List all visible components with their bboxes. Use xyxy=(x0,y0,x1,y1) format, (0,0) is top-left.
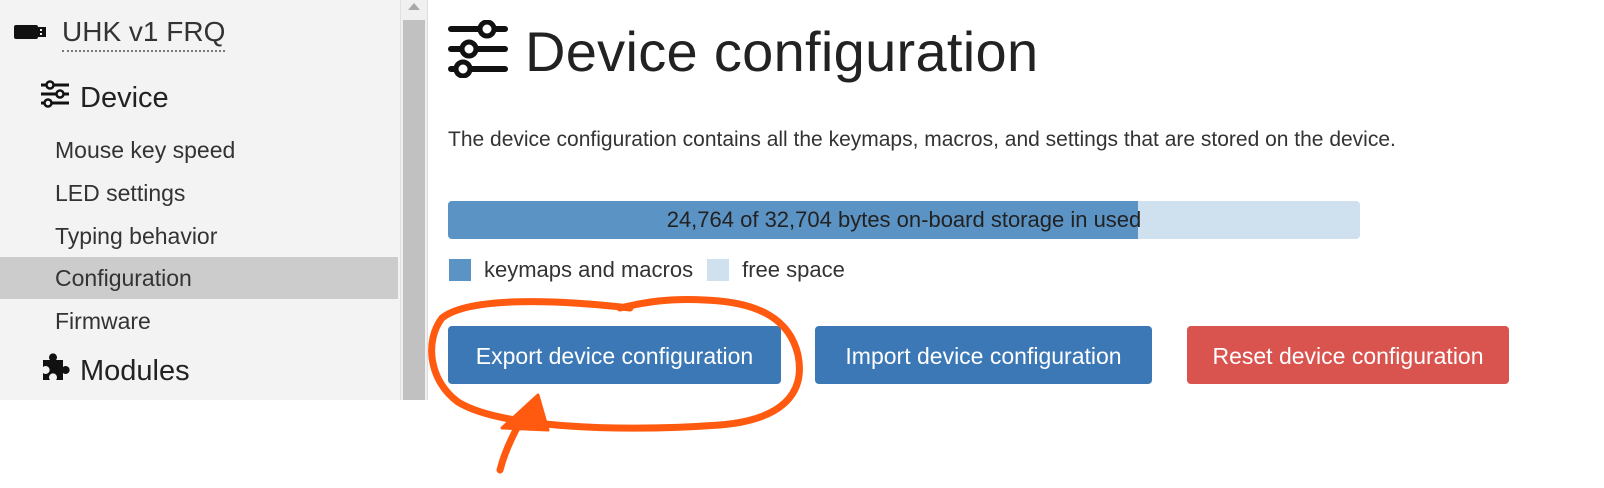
usb-device-icon xyxy=(12,21,48,48)
page-header: Device configuration xyxy=(447,14,1038,89)
export-configuration-button[interactable]: Export device configuration xyxy=(448,326,781,384)
sliders-icon xyxy=(447,19,509,83)
sidebar: UHK v1 FRQ Device Mouse key speed LED se… xyxy=(0,0,400,400)
annotation-arrow-head xyxy=(500,393,550,432)
device-name[interactable]: UHK v1 FRQ xyxy=(62,16,226,52)
storage-progress-bar: 24,764 of 32,704 bytes on-board storage … xyxy=(448,201,1360,239)
legend-used-swatch xyxy=(449,259,471,281)
import-configuration-button[interactable]: Import device configuration xyxy=(815,326,1152,384)
sidebar-item-firmware[interactable]: Firmware xyxy=(0,300,398,342)
sidebar-item-mouse-key-speed[interactable]: Mouse key speed xyxy=(0,129,398,171)
divider xyxy=(427,0,428,400)
reset-configuration-button[interactable]: Reset device configuration xyxy=(1187,326,1509,384)
legend-used-label: keymaps and macros xyxy=(484,257,694,282)
puzzle-icon xyxy=(40,352,70,390)
device-selector[interactable]: UHK v1 FRQ xyxy=(12,14,226,54)
section-device-label: Device xyxy=(80,81,169,114)
legend-free-label: free space xyxy=(742,257,845,282)
storage-text: 24,764 of 32,704 bytes on-board storage … xyxy=(666,207,1142,232)
scroll-up-arrow-icon[interactable] xyxy=(408,3,420,10)
annotation-arrow-shaft xyxy=(496,401,534,474)
legend-free-swatch xyxy=(707,259,730,281)
storage-legend: keymaps and macros free space xyxy=(449,257,859,283)
sliders-icon xyxy=(40,80,70,116)
sidebar-scrollbar[interactable] xyxy=(400,0,428,400)
page-title: Device configuration xyxy=(525,20,1039,83)
section-device: Device xyxy=(40,80,169,116)
section-modules: Modules xyxy=(40,352,190,390)
sidebar-item-configuration[interactable]: Configuration xyxy=(0,257,398,299)
section-modules-label: Modules xyxy=(80,354,190,387)
sidebar-item-led-settings[interactable]: LED settings xyxy=(0,172,398,214)
scroll-thumb[interactable] xyxy=(403,20,425,400)
page-description: The device configuration contains all th… xyxy=(448,128,1396,151)
sidebar-item-typing-behavior[interactable]: Typing behavior xyxy=(0,215,398,257)
